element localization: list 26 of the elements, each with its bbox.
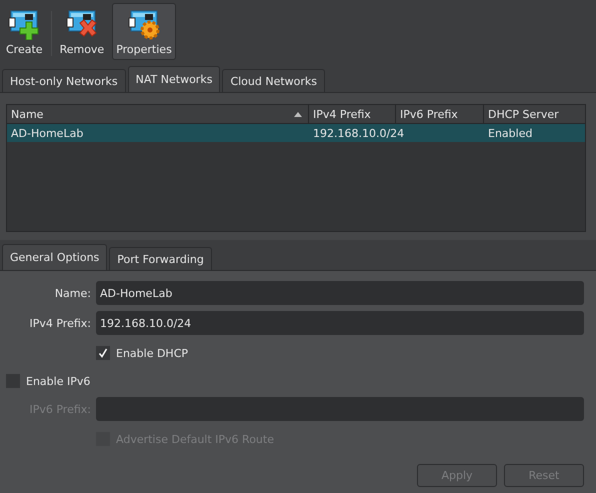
tab[interactable]: Host-only Networks xyxy=(2,69,126,92)
toolbar-button[interactable]: Properties xyxy=(112,3,176,60)
tab[interactable]: Cloud Networks xyxy=(222,69,326,92)
toolbar-button[interactable]: Remove xyxy=(56,3,108,60)
network-plus-icon xyxy=(7,10,42,40)
toolbar-button[interactable]: Create xyxy=(2,3,47,60)
tab[interactable]: NAT Networks xyxy=(128,66,220,92)
table-row[interactable]: AD-HomeLab 192.168.10.0/24 Enabled xyxy=(7,124,585,142)
table-cell: AD-HomeLab xyxy=(11,126,84,140)
table-cell: 192.168.10.0/24 xyxy=(313,126,404,140)
checkbox-label: Enable IPv6 xyxy=(26,374,90,388)
table-cell: Enabled xyxy=(488,126,532,140)
column-header[interactable]: IPv6 Prefix xyxy=(396,105,484,123)
network-gear-icon xyxy=(127,10,161,40)
tab[interactable]: General Options xyxy=(2,244,108,270)
field-label: IPv4 Prefix: xyxy=(28,316,92,330)
checkbox[interactable] xyxy=(96,346,110,360)
checkbox-label: Enable DHCP xyxy=(116,346,188,360)
tab[interactable]: Port Forwarding xyxy=(109,247,212,270)
column-header[interactable]: DHCP Server xyxy=(484,105,585,123)
ipv6-prefix-field[interactable] xyxy=(96,397,584,421)
column-header[interactable]: IPv4 Prefix xyxy=(309,105,396,123)
column-header[interactable]: Name xyxy=(7,105,309,123)
name-field[interactable]: AD-HomeLab xyxy=(96,281,584,305)
ipv4-prefix-field[interactable]: 192.168.10.0/24 xyxy=(96,311,584,335)
field-label: Name: xyxy=(54,286,92,300)
